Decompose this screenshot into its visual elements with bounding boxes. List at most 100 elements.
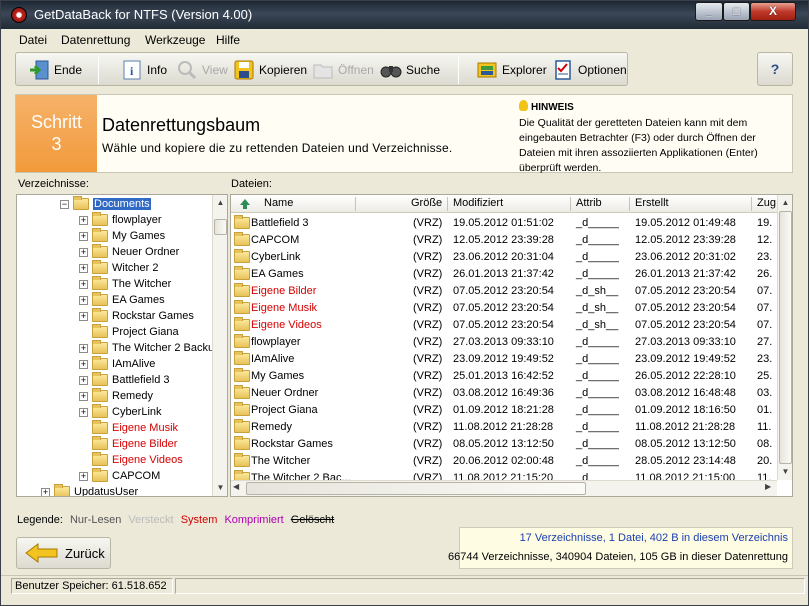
expander-icon[interactable]: − (60, 199, 69, 209)
col-size[interactable]: Größe (411, 197, 442, 209)
tree-item[interactable]: + Battlefield 3 (79, 372, 169, 388)
files-horizontal-scrollbar[interactable]: ◀ ▶ (231, 480, 777, 496)
tree-item[interactable]: + The Witcher (79, 276, 171, 292)
file-row[interactable]: My Games (VRZ) 25.01.2013 16:42:52 _d_____ 2… (231, 368, 777, 385)
col-modified[interactable]: Modifiziert (453, 197, 503, 209)
close-button[interactable]: X (750, 2, 796, 21)
scroll-thumb[interactable] (214, 219, 227, 235)
scroll-left-arrow-icon[interactable]: ◀ (233, 482, 239, 491)
col-accessed[interactable]: Zug (757, 197, 776, 209)
tree-item[interactable]: + CyberLink (79, 404, 162, 420)
scroll-down-arrow-icon[interactable]: ▼ (778, 464, 792, 479)
scroll-up-arrow-icon[interactable]: ▲ (778, 195, 792, 210)
files-vertical-scrollbar[interactable]: ▲ ▼ (777, 195, 792, 480)
file-row[interactable]: Eigene Bilder (VRZ) 07.05.2012 23:20:54 _d_… (231, 283, 777, 300)
legend-deleted: Gelöscht (290, 514, 335, 526)
tree-item[interactable]: Eigene Musik (79, 420, 178, 436)
expander-icon[interactable]: + (79, 311, 88, 321)
cell-size: (VRZ) (413, 336, 443, 348)
back-button[interactable]: Zurück (16, 537, 111, 569)
folder-icon (234, 249, 250, 263)
tree-item[interactable]: + Neuer Ordner (79, 244, 179, 260)
file-row[interactable]: Eigene Musik (VRZ) 07.05.2012 23:20:54 _d_s… (231, 300, 777, 317)
expander-icon[interactable]: + (79, 279, 88, 289)
tree-item[interactable]: + Witcher 2 (79, 260, 158, 276)
col-created[interactable]: Erstellt (635, 197, 669, 209)
cell-created: 27.03.2013 09:33:10 (635, 336, 736, 348)
tree-item[interactable]: + The Witcher 2 Backu (79, 340, 214, 356)
tree-item-documents[interactable]: − Documents (60, 196, 151, 212)
expander-icon[interactable]: + (79, 407, 88, 417)
kopieren-button[interactable]: Kopieren (233, 58, 307, 82)
expander-icon[interactable]: + (79, 231, 88, 241)
tree-item[interactable]: + EA Games (79, 292, 165, 308)
scroll-down-arrow-icon[interactable]: ▼ (213, 480, 227, 495)
ende-button[interactable]: Ende (28, 58, 82, 82)
minimize-button[interactable]: _ (695, 2, 723, 21)
cell-acc: 11. (757, 421, 772, 433)
file-row[interactable]: Rockstar Games (VRZ) 08.05.2012 13:12:50 _d… (231, 436, 777, 453)
expander-icon[interactable]: + (79, 375, 88, 385)
expander-icon[interactable]: + (79, 263, 88, 273)
view-button[interactable]: View (176, 58, 228, 82)
tree-item[interactable]: Eigene Bilder (79, 436, 177, 452)
scroll-thumb[interactable] (779, 211, 792, 464)
tree-item[interactable]: + CAPCOM (79, 468, 160, 484)
file-row[interactable]: CAPCOM (VRZ) 12.05.2012 23:39:28 _d_____ 12.… (231, 232, 777, 249)
toolbar: Ende i Info View Kopieren Öffnen Suche E… (15, 52, 628, 86)
file-row[interactable]: flowplayer (VRZ) 27.03.2013 09:33:10 _d____… (231, 334, 777, 351)
directory-tree[interactable]: − Documents + flowplayer + My Games + Neuer Ord… (16, 194, 228, 497)
file-row[interactable]: Project Giana (VRZ) 01.09.2012 18:21:28 _d_… (231, 402, 777, 419)
expander-icon[interactable]: + (79, 215, 88, 225)
expander-icon[interactable]: + (79, 471, 88, 481)
menu-datei[interactable]: Datei (19, 33, 47, 47)
tree-item[interactable]: Project Giana (79, 324, 179, 340)
suche-button[interactable]: Suche (380, 58, 440, 82)
file-row[interactable]: IAmAlive (VRZ) 23.09.2012 19:49:52 _d_____ 2… (231, 351, 777, 368)
expander-icon[interactable]: + (41, 487, 50, 496)
expander-icon[interactable]: + (79, 247, 88, 257)
scroll-right-arrow-icon[interactable]: ▶ (765, 482, 771, 491)
col-attrib[interactable]: Attrib (576, 197, 602, 209)
optionen-button[interactable]: Optionen (552, 58, 627, 82)
tree-item[interactable]: + Rockstar Games (79, 308, 194, 324)
file-row[interactable]: EA Games (VRZ) 26.01.2013 21:37:42 _d_____ 2… (231, 266, 777, 283)
file-list[interactable]: Name Größe Modifiziert Attrib Erstellt Z… (230, 194, 793, 497)
expander-icon[interactable]: + (79, 343, 88, 353)
tree-item[interactable]: Eigene Videos (79, 452, 183, 468)
explorer-button[interactable]: Explorer (476, 58, 547, 82)
files-label: Dateien: (231, 178, 272, 190)
folder-icon (234, 436, 250, 450)
cell-size: (VRZ) (413, 370, 443, 382)
tree-vertical-scrollbar[interactable]: ▲ ▼ (212, 195, 227, 496)
tree-item[interactable]: + IAmAlive (79, 356, 155, 372)
up-arrow-icon[interactable] (239, 198, 251, 210)
menu-werkzeuge[interactable]: Werkzeuge (145, 33, 205, 47)
file-row[interactable]: Neuer Ordner (VRZ) 03.08.2012 16:49:36 _d__… (231, 385, 777, 402)
info-button[interactable]: i Info (121, 58, 167, 82)
file-row[interactable]: Eigene Videos (VRZ) 07.05.2012 23:20:54 _d_… (231, 317, 777, 334)
file-row[interactable]: The Witcher (VRZ) 20.06.2012 02:00:48 _d___… (231, 453, 777, 470)
expander-icon[interactable]: + (79, 391, 88, 401)
file-row[interactable]: Remedy (VRZ) 11.08.2012 21:28:28 _d_____ 11.… (231, 419, 777, 436)
maximize-button[interactable]: □ (723, 2, 750, 21)
oeffnen-button[interactable]: Öffnen (312, 58, 374, 82)
scroll-thumb[interactable] (246, 482, 586, 495)
file-row[interactable]: Battlefield 3 (VRZ) 19.05.2012 01:51:02 _d_… (231, 215, 777, 232)
title-bar[interactable]: GetDataBack for NTFS (Version 4.00) _ □ … (1, 1, 808, 29)
expander-icon[interactable]: + (79, 295, 88, 305)
scroll-up-arrow-icon[interactable]: ▲ (213, 195, 227, 210)
tree-item-updatususer[interactable]: + UpdatusUser (41, 484, 138, 496)
menu-hilfe[interactable]: Hilfe (216, 33, 240, 47)
tree-item[interactable]: + flowplayer (79, 212, 162, 228)
tree-item[interactable]: + My Games (79, 228, 165, 244)
folder-icon (92, 340, 108, 354)
file-row[interactable]: CyberLink (VRZ) 23.06.2012 20:31:04 _d_____… (231, 249, 777, 266)
col-name[interactable]: Name (264, 197, 293, 209)
cell-name: Rockstar Games (251, 438, 333, 450)
help-button[interactable]: ? (757, 52, 793, 86)
expander-icon[interactable]: + (79, 359, 88, 369)
tree-item[interactable]: + Remedy (79, 388, 153, 404)
menu-datenrettung[interactable]: Datenrettung (61, 33, 130, 47)
cell-name: flowplayer (251, 336, 301, 348)
